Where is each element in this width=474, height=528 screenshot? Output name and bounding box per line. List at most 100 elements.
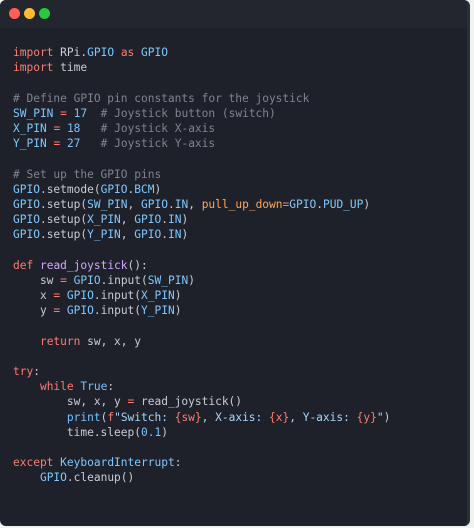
close-button[interactable] [9,8,20,19]
minimize-button[interactable] [24,8,35,19]
code-token: (): [127,258,148,272]
code-token: : [174,456,182,470]
code-token: , Y-axis: [289,410,357,424]
code-token: 0.1 [140,425,162,439]
code-token: ) [383,410,391,424]
code-token: ) [188,273,195,287]
code-token: ) [174,304,182,318]
code-token: X_PIN [141,289,175,302]
code-token: GPIO [73,273,101,287]
code-token: .setup( [39,197,88,211]
code-token: ) [363,197,371,211]
code-token: x [13,289,54,302]
code-token: "Switch: [114,410,175,424]
code-token: = [60,106,67,120]
code-line: def read_joystick(): [13,258,390,273]
code-token: ) [181,228,189,242]
code-token: ) [161,425,168,439]
code-line: GPIO.setup(X_PIN, GPIO.IN) [13,212,390,227]
code-token: ) [154,182,162,196]
code-token: GPIO [66,304,94,318]
code-token: import [13,61,54,75]
code-token: .input( [93,289,142,302]
code-token: SW_PIN [13,106,54,120]
code-line: GPIO.cleanup() [13,470,390,485]
code-token: ) [174,289,182,302]
window-titlebar [0,0,467,28]
code-token: .setup( [39,213,88,227]
code-window: import RPi.GPIO as GPIO import time # Def… [0,0,470,526]
code-line: GPIO.setup(SW_PIN, GPIO.IN, pull_up_down… [13,197,390,212]
code-token: # Define GPIO pin constants for the joys… [13,91,310,105]
code-token: " [376,410,384,424]
code-token: pull_up_down [201,197,283,211]
code-line: import time [13,60,390,75]
code-line: SW_PIN = 17 # Joystick button (switch) [13,106,390,121]
code-token: IN [174,197,189,211]
maximize-button[interactable] [39,8,50,19]
code-token: # Joystick X-axis [100,121,216,135]
code-line: # Define GPIO pin constants for the joys… [13,91,390,106]
code-token: . [161,213,168,227]
code-token: GPIO [66,289,94,302]
code-token: PUD_UP [322,197,364,211]
code-token: try [13,364,34,378]
code-line: try: [13,364,390,379]
code-token: GPIO [13,228,40,242]
code-token: KeyboardInterrupt [60,456,175,470]
code-token: 17 [73,106,88,120]
code-token: while [39,380,74,394]
code-token: : [107,380,115,394]
code-token: GPIO [134,213,162,227]
code-token: # Joystick Y-axis [100,137,216,151]
code-token: . [161,228,168,242]
code-token: IN [167,213,182,227]
code-token: . [316,197,323,211]
code-token: {y} [356,410,377,424]
code-token: def [13,258,34,272]
code-token: , [127,197,142,211]
code-token: GPIO [141,46,168,59]
code-token: {sw} [174,410,202,424]
code-token: .input( [100,273,148,287]
code-token: except [13,456,54,470]
code-token: .setup( [39,228,88,242]
code-token: ) [181,213,189,227]
code-line: x = GPIO.input(X_PIN) [13,288,390,303]
code-line: while True: [13,379,390,394]
code-token: # Joystick button (switch) [100,106,276,120]
code-token: X_PIN [13,121,47,135]
code-token: GPIO [141,197,168,211]
code-token: GPIO [39,471,67,485]
code-token: GPIO [289,197,317,211]
code-token: # Set up the GPIO pins [13,167,162,181]
code-token: SW_PIN [147,273,189,287]
code-token: GPIO [13,213,40,227]
code-token: sw, x, y [13,395,128,409]
code-line: return sw, x, y [13,334,390,349]
code-line: import RPi.GPIO as GPIO [13,45,390,60]
code-token: Y_PIN [87,228,121,242]
code-line: X_PIN = 18 # Joystick X-axis [13,121,390,136]
code-token: 27 [66,137,81,151]
code-line: sw = GPIO.input(SW_PIN) [13,273,390,288]
code-token: X_PIN [87,213,121,227]
code-token: sw, x, y [80,334,141,348]
code-line: GPIO.setmode(GPIO.BCM) [13,182,390,197]
code-token: GPIO [87,46,115,59]
code-token: return [39,334,81,348]
